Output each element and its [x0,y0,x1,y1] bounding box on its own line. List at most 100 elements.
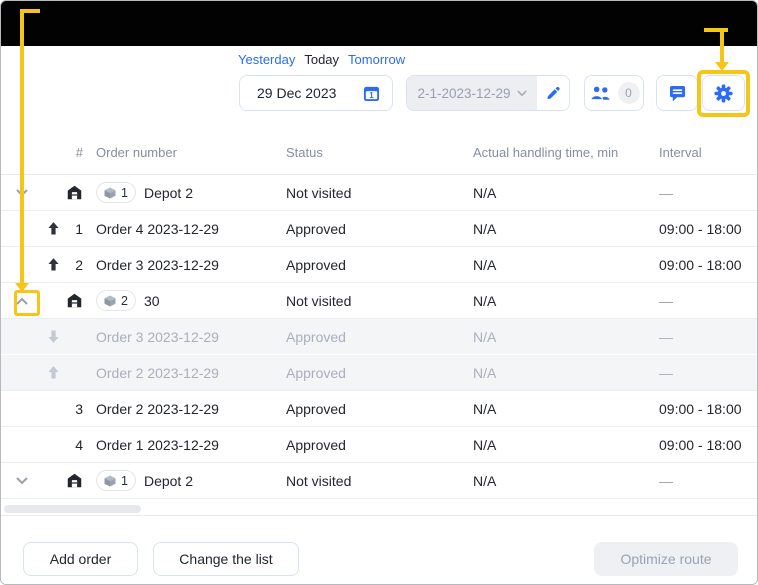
row-interval: — [653,293,757,309]
row-status: Approved [286,365,473,381]
move-arrow-icon [48,330,59,343]
package-icon [104,295,116,307]
column-number: # [63,145,85,160]
package-count: 1 [121,186,128,200]
annotation-line-right-vertical [720,28,724,64]
row-interval: — [653,329,757,345]
optimize-route-button[interactable]: Optimize route [594,542,738,576]
chevron-down-icon [517,90,527,97]
row-handling-time: N/A [473,365,653,381]
annotation-line-right-horizontal [704,28,728,32]
row-status: Not visited [286,293,473,309]
package-icon [104,187,116,199]
move-arrow-icon [48,366,59,379]
row-title: 30 [144,293,160,309]
row-status: Approved [286,329,473,345]
row-interval: — [653,473,757,489]
table-header: # Order number Status Actual handling ti… [1,131,757,175]
row-handling-time: N/A [473,473,653,489]
couriers-button[interactable]: 0 [584,75,644,111]
annotation-arrowhead-settings [715,62,729,71]
date-tabs: Yesterday Today Tomorrow [238,52,405,67]
column-order-number: Order number [85,145,286,160]
package-count: 2 [121,294,128,308]
tab-yesterday[interactable]: Yesterday [238,52,295,67]
row-interval: 09:00 - 18:00 [653,437,757,453]
footer-bar: Add order Change the list Optimize route [1,515,757,585]
change-list-button[interactable]: Change the list [153,542,299,576]
row-handling-time: N/A [473,257,653,273]
table-row[interactable]: 2 Order 3 2023-12-29 Approved N/A 09:00 … [1,247,757,283]
annotation-box-expand [14,290,40,316]
row-title: Order 3 2023-12-29 [96,257,219,273]
row-number: 2 [63,257,85,273]
row-title: Order 4 2023-12-29 [96,221,219,237]
row-status: Not visited [286,473,473,489]
date-picker-value: 29 Dec 2023 [257,85,336,101]
table-row[interactable]: 1 Order 4 2023-12-29 Approved N/A 09:00 … [1,211,757,247]
chat-button[interactable] [656,75,698,111]
order-table-body: 1 Depot 2 Not visited N/A — 1 Or [1,175,757,499]
move-arrow-icon [48,258,59,271]
depot-icon [67,185,82,200]
pencil-icon [546,86,561,101]
edit-route-button[interactable] [537,76,569,110]
table-row[interactable]: Order 2 2023-12-29 Approved N/A — [1,355,757,391]
expand-chevron-icon[interactable] [16,477,28,485]
row-interval: 09:00 - 18:00 [653,257,757,273]
chat-icon [669,85,686,102]
users-icon [589,85,612,101]
table-row[interactable]: 1 Depot 2 Not visited N/A — [1,463,757,499]
row-status: Approved [286,221,473,237]
package-count-badge: 2 [96,290,136,311]
row-handling-time: N/A [473,293,653,309]
row-title: Order 2 2023-12-29 [96,365,219,381]
row-number: 3 [63,401,85,417]
column-interval: Interval [653,145,757,160]
package-count: 1 [121,474,128,488]
table-row[interactable]: 4 Order 1 2023-12-29 Approved N/A 09:00 … [1,427,757,463]
package-icon [104,475,116,487]
annotation-line-left-vertical [20,9,24,285]
row-interval: — [653,185,757,201]
row-status: Approved [286,401,473,417]
row-status: Approved [286,437,473,453]
row-handling-time: N/A [473,329,653,345]
couriers-count-badge: 0 [618,82,640,104]
horizontal-scrollbar-thumb[interactable] [4,505,141,513]
annotation-arrowhead-expand [15,283,29,292]
row-handling-time: N/A [473,221,653,237]
tab-tomorrow[interactable]: Tomorrow [348,52,405,67]
depot-icon [67,293,82,308]
table-row[interactable]: 2 30 Not visited N/A — [1,283,757,319]
depot-icon [67,473,82,488]
route-select-value: 2-1-2023-12-29 [417,86,510,101]
table-row[interactable]: 1 Depot 2 Not visited N/A — [1,175,757,211]
add-order-button[interactable]: Add order [23,542,138,576]
app-window: Yesterday Today Tomorrow 29 Dec 2023 1 2… [0,0,758,585]
row-title: Order 3 2023-12-29 [96,329,219,345]
package-count-badge: 1 [96,470,136,491]
row-title: Depot 2 [144,185,193,201]
row-handling-time: N/A [473,437,653,453]
table-row[interactable]: Order 3 2023-12-29 Approved N/A — [1,319,757,355]
row-status: Not visited [286,185,473,201]
tab-today[interactable]: Today [304,52,339,67]
row-title: Order 1 2023-12-29 [96,437,219,453]
route-select-group: 2-1-2023-12-29 [406,75,570,111]
row-interval: 09:00 - 18:00 [653,401,757,417]
svg-text:1: 1 [369,90,374,99]
table-row[interactable]: 3 Order 2 2023-12-29 Approved N/A 09:00 … [1,391,757,427]
row-interval: 09:00 - 18:00 [653,221,757,237]
column-status: Status [286,145,473,160]
route-select[interactable]: 2-1-2023-12-29 [407,76,537,110]
calendar-icon[interactable]: 1 [363,85,380,102]
window-titlebar [1,1,757,46]
row-handling-time: N/A [473,401,653,417]
row-interval: — [653,365,757,381]
row-title: Depot 2 [144,473,193,489]
column-handling-time: Actual handling time, min [473,145,653,160]
row-number: 4 [63,437,85,453]
date-picker[interactable]: 29 Dec 2023 1 [239,75,393,111]
row-title: Order 2 2023-12-29 [96,401,219,417]
